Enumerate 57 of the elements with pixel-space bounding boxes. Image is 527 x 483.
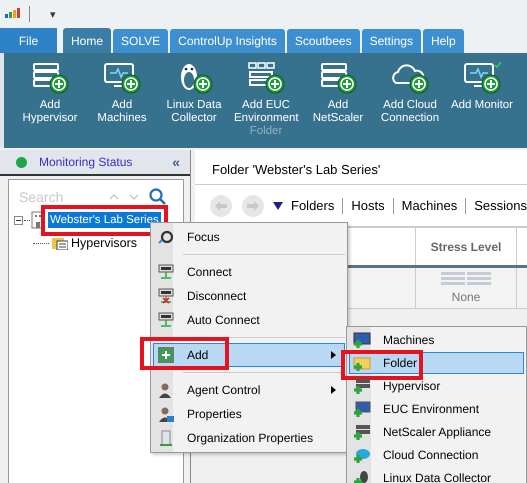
monitor-plus-icon xyxy=(102,61,142,95)
folder-icon xyxy=(52,236,68,250)
ribbon-button[interactable]: Add Hypervisor xyxy=(14,61,86,125)
panel-title: Monitoring Status xyxy=(39,155,134,169)
ribbon-button[interactable]: Add Machines xyxy=(86,61,158,125)
down-chevron-icon[interactable] xyxy=(129,192,139,200)
folder-title: Folder 'Webster's Lab Series' xyxy=(195,154,527,185)
ribbon-tab[interactable]: Home xyxy=(63,28,112,53)
connect-icon xyxy=(157,264,175,280)
folder-plus-icon xyxy=(353,354,371,372)
ribbon-button[interactable]: Add Monitor xyxy=(446,61,518,125)
server-plus-icon xyxy=(30,61,70,95)
menu-item[interactable]: EUC Environment xyxy=(349,398,524,420)
server-plus-icon xyxy=(353,424,371,440)
customize-menu-glyph[interactable]: ▾ xyxy=(50,8,56,20)
person-icon xyxy=(157,406,175,422)
monitor-plus-icon xyxy=(353,332,371,348)
menu-item[interactable]: Linux Data Collector xyxy=(349,467,524,483)
disconnect-icon xyxy=(157,288,175,304)
plus-icon xyxy=(157,347,175,363)
menu-item[interactable]: Machines xyxy=(349,329,524,351)
ribbon-button[interactable]: Add Cloud Connection xyxy=(374,61,446,125)
collapse-box-icon[interactable] xyxy=(14,216,23,224)
cloud-plus-icon xyxy=(353,446,371,464)
menu-item[interactable]: Properties xyxy=(153,402,345,426)
bar-chart-icon xyxy=(5,8,21,20)
nav-link[interactable]: Sessions xyxy=(474,198,527,213)
up-chevron-icon[interactable] xyxy=(109,192,119,200)
connect-icon xyxy=(157,312,175,328)
menu-item[interactable]: Focus xyxy=(153,225,345,249)
menu-item[interactable]: NetScaler Appliance xyxy=(349,421,524,443)
stress-level-cell: None xyxy=(416,268,518,308)
menu-item[interactable]: Auto Connect xyxy=(153,308,345,332)
search-icon[interactable] xyxy=(149,188,166,205)
ribbon-tab[interactable]: File xyxy=(0,28,57,53)
menu-item[interactable]: Hypervisor xyxy=(349,375,524,397)
menu-item[interactable]: Disconnect xyxy=(153,284,345,308)
tree-item[interactable]: Hypervisors xyxy=(71,236,137,250)
server-plus-icon xyxy=(318,61,358,95)
nav-link[interactable]: Machines xyxy=(402,198,458,213)
collapse-glyph[interactable]: « xyxy=(172,154,180,170)
status-dot xyxy=(16,156,27,168)
menu-item[interactable]: Agent Control xyxy=(153,378,345,402)
menu-item[interactable]: Cloud Connection xyxy=(349,444,524,466)
nav-link[interactable]: Folders xyxy=(291,198,334,213)
ribbon-button[interactable]: Add EUC Environment xyxy=(230,61,302,125)
menu-item[interactable]: Organization Properties xyxy=(153,426,345,450)
ribbon-button[interactable]: Linux Data Collector xyxy=(158,61,230,125)
monitor-plus-icon xyxy=(462,61,502,95)
menu-item[interactable]: Connect xyxy=(153,260,345,284)
dropdown-triangle-icon[interactable] xyxy=(273,202,284,210)
ribbon-button[interactable]: Add NetScaler xyxy=(302,61,374,125)
nav-link[interactable]: Hosts xyxy=(351,198,385,213)
ring-icon xyxy=(157,229,175,245)
stress-bars-icon xyxy=(441,272,492,285)
server-plus-icon xyxy=(353,378,371,394)
group-label: Folder xyxy=(248,125,284,137)
